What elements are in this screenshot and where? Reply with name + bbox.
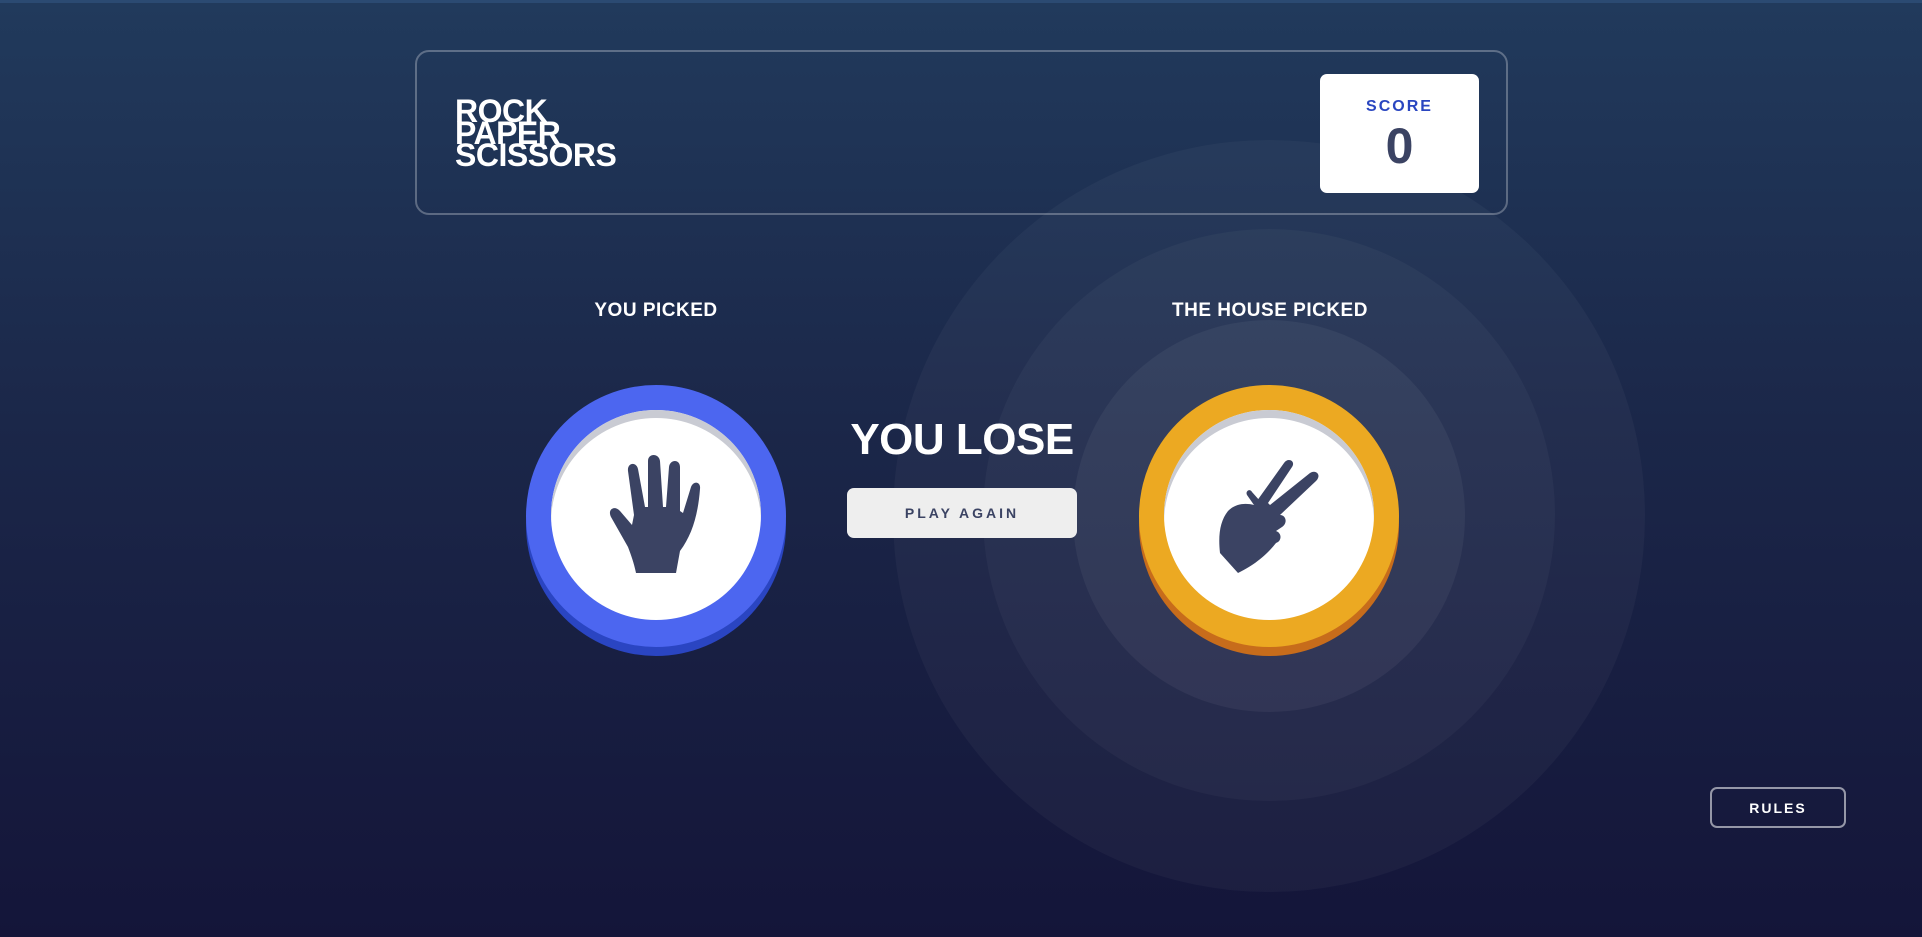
- rules-button[interactable]: RULES: [1710, 787, 1846, 828]
- paper-hand-icon: [609, 455, 701, 573]
- player-choice-paper-chip: [526, 385, 786, 647]
- you-picked-label: YOU PICKED: [594, 300, 718, 321]
- scissors-hand-icon: [1219, 460, 1319, 573]
- house-chip-face: [1164, 410, 1374, 620]
- result-text: YOU LOSE: [850, 415, 1074, 464]
- house-choice-scissors-chip: [1139, 385, 1399, 647]
- player-chip-face: [551, 410, 761, 620]
- play-again-button[interactable]: PLAY AGAIN: [847, 488, 1077, 538]
- score-label: SCORE: [1366, 98, 1433, 115]
- house-picked-label: THE HOUSE PICKED: [1172, 300, 1368, 321]
- logo-line-scissors: SCISSORS: [455, 137, 617, 173]
- top-border: [0, 0, 1922, 3]
- result-panel: YOU LOSE PLAY AGAIN: [847, 410, 1077, 538]
- game-logo: ROCK PAPER SCISSORS: [455, 95, 617, 173]
